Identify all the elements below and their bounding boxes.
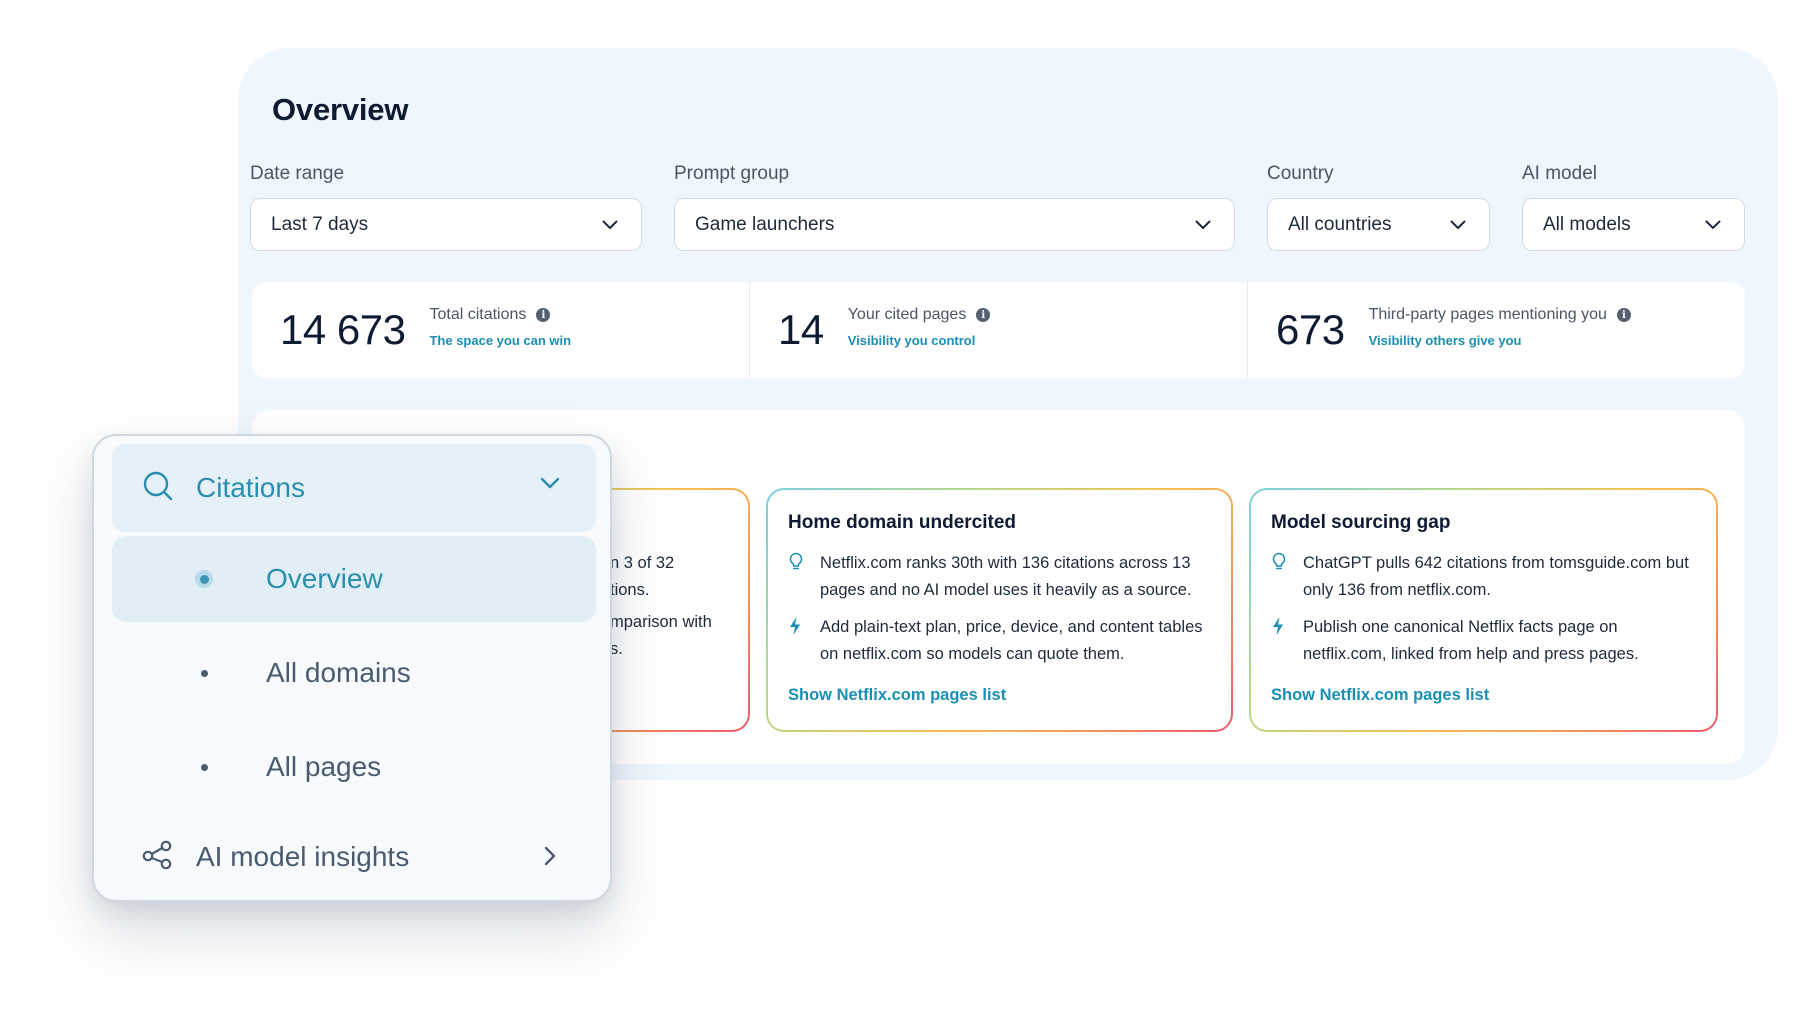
card-insight: ChatGPT pulls 642 citations from tomsgui… (1303, 554, 1689, 599)
active-dot-icon (195, 570, 213, 588)
card-text: mparison with (610, 613, 712, 631)
sidebar-item-all-pages[interactable]: All pages (112, 724, 596, 810)
date-range-label: Date range (250, 163, 345, 184)
search-icon (142, 470, 174, 507)
sidebar-item-all-domains[interactable]: All domains (112, 630, 596, 716)
prompt-group-value: Game launchers (695, 213, 835, 235)
share-nodes-icon (142, 840, 174, 875)
stat-title: Your cited pages (847, 306, 967, 323)
stat-subtitle: Visibility you control (847, 333, 976, 348)
lightning-icon (788, 614, 806, 668)
sidebar-section-citations[interactable]: Citations (112, 444, 596, 532)
lightbulb-icon (1271, 550, 1289, 604)
card-insight: Netflix.com ranks 30th with 136 citation… (820, 554, 1192, 599)
stat-title: Third-party pages mentioning you (1368, 306, 1607, 323)
sidebar-section-label: Citations (196, 472, 305, 503)
show-pages-link[interactable]: Show Netflix.com pages list (1271, 686, 1489, 705)
chevron-down-icon (540, 476, 560, 494)
stat-third-party-pages: 673 Third-party pages mentioning you i Vi… (1247, 282, 1745, 378)
card-title: Home domain undercited (788, 512, 1017, 533)
stat-value: 14 673 (280, 306, 406, 353)
card-text: tions. (610, 581, 650, 599)
info-icon[interactable]: i (976, 308, 991, 322)
country-select[interactable]: All countries (1267, 198, 1490, 251)
ai-model-select[interactable]: All models (1522, 198, 1745, 251)
date-range-value: Last 7 days (271, 213, 369, 235)
sidebar-item-label: All pages (266, 751, 382, 782)
sidebar-item-overview[interactable]: Overview (112, 536, 596, 622)
sidebar-item-label: Overview (266, 563, 383, 594)
info-icon[interactable]: i (536, 308, 551, 322)
chevron-down-icon (601, 216, 619, 234)
stats-row: 14 673 Total citations i The space you ca… (252, 282, 1745, 378)
card-text: n 3 of 32 (610, 554, 675, 572)
stat-subtitle: Visibility others give you (1368, 333, 1522, 348)
country-label: Country (1267, 163, 1334, 184)
chevron-down-icon (1449, 216, 1467, 234)
lightbulb-icon (788, 550, 806, 604)
card-action: Add plain-text plan, price, device, and … (820, 618, 1203, 663)
chevron-right-icon (544, 846, 556, 871)
stat-subtitle: The space you can win (429, 333, 572, 348)
chevron-down-icon (1194, 216, 1212, 234)
insight-card: Model sourcing gap ChatGPT pulls 642 cit… (1249, 488, 1718, 732)
card-action: Publish one canonical Netflix facts page… (1303, 618, 1639, 663)
ai-model-value: All models (1543, 213, 1631, 235)
ai-model-label: AI model (1522, 163, 1597, 184)
stat-title: Total citations (429, 306, 527, 323)
date-range-select[interactable]: Last 7 days (250, 198, 642, 251)
prompt-group-label: Prompt group (674, 163, 790, 184)
card-title: Model sourcing gap (1271, 512, 1451, 533)
insight-card: Home domain undercited Netflix.com ranks… (766, 488, 1233, 732)
sidebar-item-label: AI model insights (196, 841, 410, 872)
stat-value: 673 (1276, 306, 1345, 353)
bullet-icon (200, 763, 208, 771)
show-pages-link[interactable]: Show Netflix.com pages list (788, 686, 1006, 705)
sidebar-item-ai-model-insights[interactable]: AI model insights (112, 814, 596, 900)
bullet-icon (200, 669, 208, 677)
country-value: All countries (1288, 213, 1392, 235)
stat-total-citations: 14 673 Total citations i The space you ca… (252, 282, 749, 378)
stat-value: 14 (778, 306, 824, 353)
stat-cited-pages: 14 Your cited pages i Visibility you cont… (749, 282, 1247, 378)
chevron-down-icon (1704, 216, 1722, 234)
page-title: Overview (272, 92, 409, 127)
lightning-icon (1271, 614, 1289, 668)
sidebar-item-label: All domains (266, 657, 411, 688)
sidebar-nav: Citations Overview All domains All pages… (92, 434, 612, 902)
info-icon[interactable]: i (1616, 308, 1631, 322)
prompt-group-select[interactable]: Game launchers (674, 198, 1235, 251)
